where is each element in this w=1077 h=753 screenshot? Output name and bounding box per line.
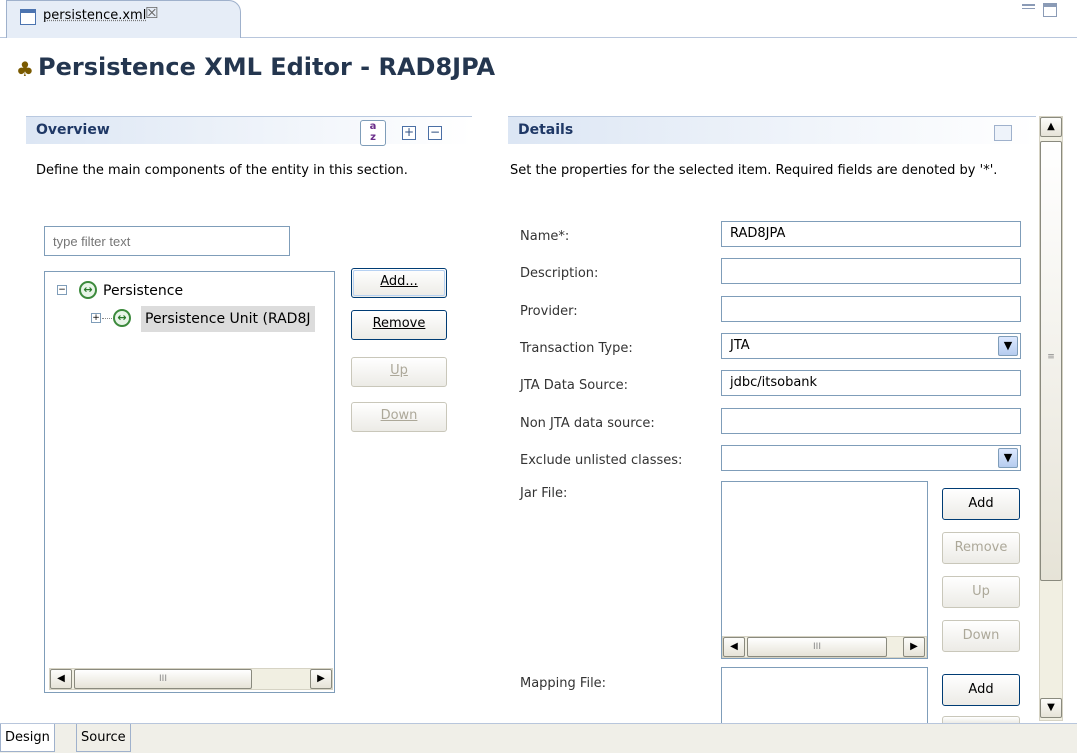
provider-field[interactable] xyxy=(721,296,1021,322)
mapping-file-list[interactable] xyxy=(721,667,928,723)
mapping-add-button[interactable]: Add xyxy=(942,674,1020,706)
jar-add-button-label: Add xyxy=(968,496,994,511)
remove-button-label: Remove xyxy=(372,316,426,331)
jar-file-list[interactable]: ◀ III ▶ xyxy=(721,481,928,659)
overview-title: Overview xyxy=(36,122,110,138)
jar-remove-button[interactable]: Remove xyxy=(942,532,1020,564)
jar-file-label: Jar File: xyxy=(520,486,568,501)
form-header: ♣ Persistence XML Editor - RAD8JPA xyxy=(0,39,1077,99)
tab-source-label: Source xyxy=(81,730,126,745)
bottom-editor-tabs: Design Source xyxy=(0,723,1077,753)
overview-tree[interactable]: − ↔ Persistence + ↔ Persistence Unit (RA… xyxy=(44,271,335,693)
jar-up-button[interactable]: Up xyxy=(942,576,1020,608)
close-icon[interactable]: ☒ xyxy=(145,4,158,22)
sort-az-icon[interactable]: az xyxy=(360,120,386,146)
details-title: Details xyxy=(518,122,574,138)
overview-title-bar: Overview az + − xyxy=(26,116,472,146)
tree-node-label: Persistence xyxy=(103,283,184,299)
tab-design[interactable]: Design xyxy=(0,724,55,752)
editor-tab-bar: persistence.xml ☒ xyxy=(0,0,1077,38)
mapping-add-button-label: Add xyxy=(968,682,994,697)
provider-label: Provider: xyxy=(520,304,578,319)
tree-node-persistence-unit[interactable]: + ↔ Persistence Unit (RAD8J xyxy=(53,306,337,332)
collapse-node-icon[interactable]: − xyxy=(57,285,67,295)
description-field[interactable] xyxy=(721,258,1021,284)
add-button[interactable]: Add... xyxy=(351,268,447,298)
scroll-thumb[interactable]: III xyxy=(747,637,887,657)
up-button[interactable]: Up xyxy=(351,357,447,387)
jar-remove-button-label: Remove xyxy=(954,540,1008,555)
jta-data-source-field[interactable]: jdbc/itsobank xyxy=(721,370,1021,396)
tab-source[interactable]: Source xyxy=(76,724,131,752)
non-jta-data-source-label: Non JTA data source: xyxy=(520,416,655,431)
up-button-label: Up xyxy=(390,363,408,378)
persistence-node-icon: ↔ xyxy=(79,281,97,299)
xml-file-icon xyxy=(20,9,36,25)
collapse-all-icon[interactable]: − xyxy=(428,126,442,140)
editor-tab-label: persistence.xml xyxy=(43,8,147,23)
remove-button[interactable]: Remove xyxy=(351,310,447,340)
exclude-unlisted-label: Exclude unlisted classes: xyxy=(520,453,683,468)
minimize-icon[interactable] xyxy=(1022,4,1035,9)
overview-description: Define the main components of the entity… xyxy=(36,163,408,178)
filter-input[interactable] xyxy=(44,226,290,256)
maximize-icon[interactable] xyxy=(1043,3,1057,17)
down-button[interactable]: Down xyxy=(351,402,447,432)
transaction-type-label: Transaction Type: xyxy=(520,341,633,356)
exclude-unlisted-select[interactable] xyxy=(721,445,1021,471)
tree-node-persistence[interactable]: − ↔ Persistence xyxy=(53,280,323,302)
tab-design-label: Design xyxy=(5,730,50,745)
section-layout-icon[interactable] xyxy=(994,125,1012,141)
tree-horizontal-scrollbar[interactable]: ◀ III ▶ xyxy=(49,668,333,690)
name-label: Name*: xyxy=(520,229,570,244)
jar-up-button-label: Up xyxy=(972,584,990,599)
mapping-remove-button[interactable] xyxy=(942,716,1020,723)
scroll-up-icon[interactable]: ▲ xyxy=(1040,117,1062,137)
page-title: Persistence XML Editor - RAD8JPA xyxy=(38,53,496,81)
details-title-bar: Details xyxy=(508,116,1036,144)
scroll-right-icon[interactable]: ▶ xyxy=(903,637,925,657)
scroll-thumb[interactable]: ≡ xyxy=(1040,141,1062,581)
mapping-file-label: Mapping File: xyxy=(520,676,607,691)
details-description: Set the properties for the selected item… xyxy=(510,163,998,178)
jar-down-button[interactable]: Down xyxy=(942,620,1020,652)
scroll-down-icon[interactable]: ▼ xyxy=(1040,698,1062,718)
expand-node-icon[interactable]: + xyxy=(91,313,101,323)
editor-tab-persistence-xml[interactable]: persistence.xml ☒ xyxy=(6,0,241,38)
down-button-label: Down xyxy=(380,408,418,423)
persistence-editor-icon: ♣ xyxy=(16,57,34,81)
add-button-label: Add... xyxy=(380,274,418,289)
form-vertical-scrollbar[interactable]: ▲ ≡ ▼ xyxy=(1039,116,1063,721)
scroll-left-icon[interactable]: ◀ xyxy=(50,669,72,689)
jta-data-source-label: JTA Data Source: xyxy=(520,378,628,393)
scroll-left-icon[interactable]: ◀ xyxy=(723,637,745,657)
transaction-type-select[interactable]: JTA xyxy=(721,333,1021,359)
chevron-down-icon[interactable]: ▼ xyxy=(998,448,1018,468)
jar-add-button[interactable]: Add xyxy=(942,488,1020,520)
scroll-thumb[interactable]: III xyxy=(74,669,252,689)
expand-all-icon[interactable]: + xyxy=(402,126,416,140)
tree-connector xyxy=(102,318,112,319)
name-field[interactable]: RAD8JPA xyxy=(721,221,1021,247)
jar-down-button-label: Down xyxy=(962,628,1000,643)
jar-list-horizontal-scrollbar[interactable]: ◀ III ▶ xyxy=(722,636,927,658)
scroll-right-icon[interactable]: ▶ xyxy=(310,669,332,689)
transaction-type-value: JTA xyxy=(730,338,750,353)
description-label: Description: xyxy=(520,266,599,281)
tree-node-label: Persistence Unit (RAD8J xyxy=(141,306,315,332)
chevron-down-icon[interactable]: ▼ xyxy=(998,336,1018,356)
non-jta-data-source-field[interactable] xyxy=(721,408,1021,434)
persistence-unit-icon: ↔ xyxy=(113,309,131,327)
